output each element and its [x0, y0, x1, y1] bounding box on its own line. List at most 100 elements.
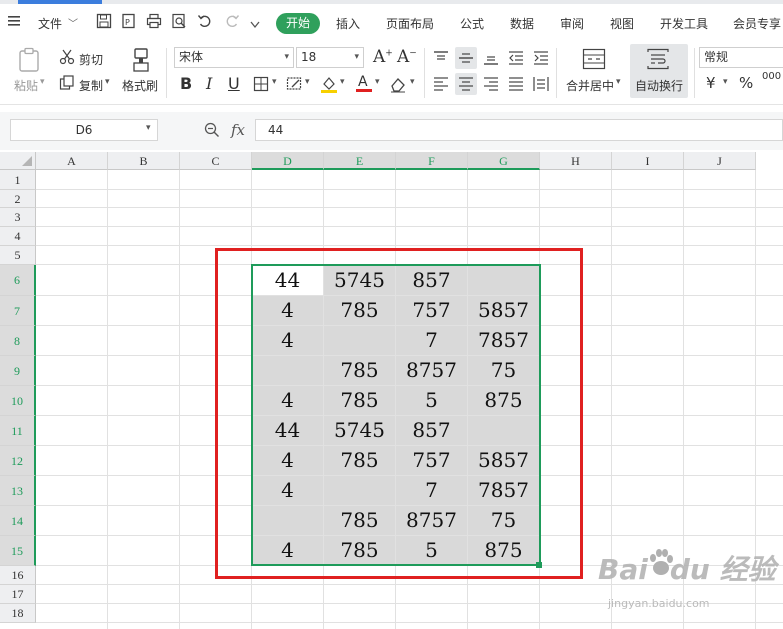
increase-indent-icon[interactable] [533, 50, 549, 69]
align-left-icon[interactable] [433, 76, 449, 95]
row-header-8[interactable]: 8 [0, 326, 36, 356]
merge-center-icon[interactable] [582, 48, 606, 73]
tab-review[interactable]: 审阅 [560, 15, 584, 32]
row-header-14[interactable]: 14 [0, 506, 36, 536]
borders-icon[interactable] [253, 76, 269, 95]
tab-data[interactable]: 数据 [510, 15, 534, 32]
borders-dropdown-icon[interactable]: ▾ [272, 77, 277, 87]
column-header-c[interactable]: C [180, 152, 252, 170]
name-box[interactable]: D6 [10, 119, 158, 141]
paste-icon[interactable] [18, 47, 40, 76]
justify-icon[interactable] [508, 76, 524, 95]
row-header-4[interactable]: 4 [0, 227, 36, 246]
fill-color-icon[interactable] [320, 75, 338, 96]
number-format-select[interactable]: 常规 [699, 47, 783, 68]
fill-style-icon[interactable] [286, 76, 302, 95]
percent-format-button[interactable]: % [739, 74, 753, 92]
merge-dropdown-icon[interactable]: ▾ [616, 77, 621, 87]
italic-button[interactable]: I [206, 74, 212, 93]
column-header-g[interactable]: G [468, 152, 540, 170]
row-header-6[interactable]: 6 [0, 265, 36, 296]
merge-center-button[interactable]: 合并居中 [566, 77, 614, 94]
zoom-search-icon[interactable] [204, 122, 220, 141]
tab-home[interactable]: 开始 [276, 13, 320, 34]
column-header-i[interactable]: I [612, 152, 684, 170]
save-icon[interactable] [96, 13, 112, 29]
row-header-11[interactable]: 11 [0, 416, 36, 446]
name-box-dropdown-icon[interactable]: ▾ [146, 123, 151, 133]
row-header-2[interactable]: 2 [0, 190, 36, 208]
column-header-f[interactable]: F [396, 152, 468, 170]
row-header-7[interactable]: 7 [0, 296, 36, 326]
scissors-icon[interactable] [59, 49, 75, 68]
font-name-select[interactable]: 宋体 ▾ [174, 47, 294, 68]
undo-icon[interactable] [197, 13, 213, 29]
fill-handle[interactable] [536, 562, 542, 568]
currency-format-button[interactable]: ¥ [706, 74, 716, 92]
row-header-10[interactable]: 10 [0, 386, 36, 416]
align-middle-icon[interactable] [458, 50, 474, 69]
row-header-13[interactable]: 13 [0, 476, 36, 506]
increase-font-size-icon[interactable]: A+ [373, 47, 393, 67]
format-painter-icon[interactable] [131, 47, 151, 76]
clear-format-dropdown-icon[interactable]: ▾ [410, 77, 415, 87]
cut-button[interactable]: 剪切 [79, 51, 103, 68]
copy-dropdown-icon[interactable]: ▾ [105, 77, 110, 87]
tab-developer[interactable]: 开发工具 [660, 15, 708, 32]
tab-insert[interactable]: 插入 [336, 15, 360, 32]
column-header-e[interactable]: E [324, 152, 396, 170]
column-header-d[interactable]: D [252, 152, 324, 170]
align-center-icon[interactable] [458, 76, 474, 95]
paste-button[interactable]: 粘贴 [14, 77, 38, 94]
print-preview-icon[interactable] [171, 13, 187, 29]
redo-icon[interactable] [224, 13, 240, 29]
fill-style-dropdown-icon[interactable]: ▾ [305, 77, 310, 87]
wrap-text-button[interactable]: 自动换行 [635, 77, 683, 94]
formula-input[interactable]: 44 [255, 119, 783, 141]
font-size-select[interactable]: 18 ▾ [296, 47, 364, 68]
tab-member[interactable]: 会员专享 [733, 15, 781, 32]
align-top-icon[interactable] [433, 50, 449, 69]
row-header-1[interactable]: 1 [0, 170, 36, 190]
format-painter-button[interactable]: 格式刷 [122, 77, 158, 94]
align-right-icon[interactable] [483, 76, 499, 95]
column-header-b[interactable]: B [108, 152, 180, 170]
fill-color-dropdown-icon[interactable]: ▾ [340, 77, 345, 87]
decrease-indent-icon[interactable] [508, 50, 524, 69]
row-header-18[interactable]: 18 [0, 604, 36, 623]
row-header-16[interactable]: 16 [0, 566, 36, 585]
file-menu[interactable]: 文件 [38, 15, 62, 32]
column-header-j[interactable]: J [684, 152, 756, 170]
column-header-a[interactable]: A [36, 152, 108, 170]
column-header-h[interactable]: H [540, 152, 612, 170]
active-window-tab[interactable] [18, 0, 102, 4]
wrap-text-icon[interactable] [646, 48, 670, 73]
font-color-icon[interactable]: A [355, 73, 373, 96]
insert-function-button[interactable]: fx [231, 121, 245, 139]
chevron-down-icon[interactable]: ﹀ [68, 15, 78, 30]
quick-access-dropdown-icon[interactable] [250, 18, 260, 32]
align-bottom-icon[interactable] [483, 50, 499, 69]
copy-button[interactable]: 复制 [79, 77, 103, 94]
row-header-12[interactable]: 12 [0, 446, 36, 476]
bold-button[interactable]: B [180, 74, 192, 93]
thousands-separator-button[interactable]: 000 [762, 72, 781, 82]
clear-format-icon[interactable] [389, 75, 407, 96]
export-pdf-icon[interactable]: P [121, 13, 137, 29]
row-header-17[interactable]: 17 [0, 585, 36, 604]
copy-icon[interactable] [59, 75, 75, 94]
paste-dropdown-icon[interactable]: ▾ [40, 77, 45, 87]
distributed-align-icon[interactable] [533, 76, 549, 95]
tab-page-layout[interactable]: 页面布局 [386, 15, 434, 32]
underline-button[interactable]: U [228, 74, 240, 93]
print-icon[interactable] [146, 13, 162, 29]
tab-formulas[interactable]: 公式 [460, 15, 484, 32]
decrease-font-size-icon[interactable]: A− [397, 47, 417, 67]
row-header-5[interactable]: 5 [0, 246, 36, 265]
font-color-dropdown-icon[interactable]: ▾ [375, 77, 380, 87]
hamburger-icon[interactable] [8, 15, 20, 26]
row-header-9[interactable]: 9 [0, 356, 36, 386]
row-header-15[interactable]: 15 [0, 536, 36, 566]
currency-dropdown-icon[interactable]: ▾ [723, 77, 728, 87]
row-header-3[interactable]: 3 [0, 208, 36, 227]
